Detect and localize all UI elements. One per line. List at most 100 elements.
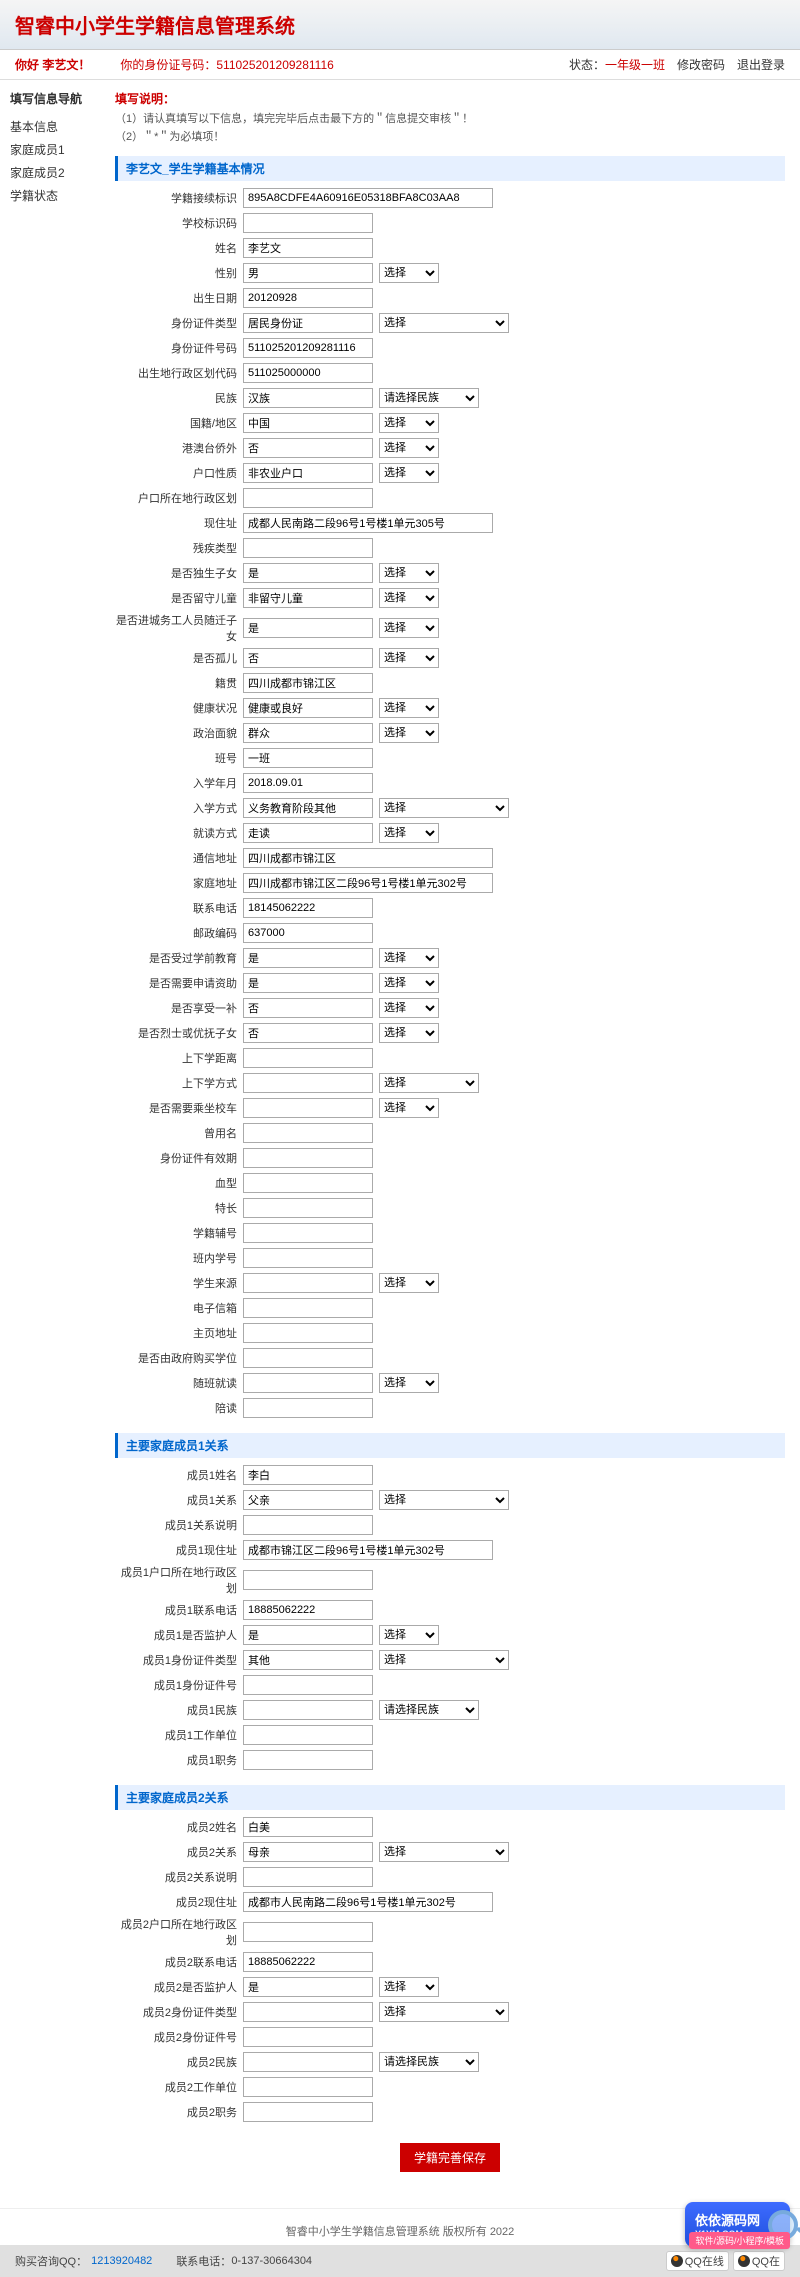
input-m1-id-no[interactable] [243, 1675, 373, 1695]
input-gender[interactable] [243, 263, 373, 283]
input-school-bus[interactable] [243, 1098, 373, 1118]
input-id-number[interactable] [243, 338, 373, 358]
select-commute-mode[interactable]: 选择 [379, 1073, 479, 1093]
select-enroll-method[interactable]: 选择 [379, 798, 509, 818]
sidebar-item-1[interactable]: 家庭成员1 [10, 138, 110, 161]
input-accompany[interactable] [243, 1398, 373, 1418]
input-ethnicity[interactable] [243, 388, 373, 408]
input-m1-id-type[interactable] [243, 1650, 373, 1670]
input-m1-name[interactable] [243, 1465, 373, 1485]
input-m1-address[interactable] [243, 1540, 493, 1560]
input-left-behind[interactable] [243, 588, 373, 608]
input-migrant-child[interactable] [243, 618, 373, 638]
input-m1-ethnicity[interactable] [243, 1700, 373, 1720]
select-m2-relation[interactable]: 选择 [379, 1842, 509, 1862]
input-only-child[interactable] [243, 563, 373, 583]
qq-online-badge-1[interactable]: QQ在线 [666, 2251, 729, 2271]
input-class-student-no[interactable] [243, 1248, 373, 1268]
input-m2-phone[interactable] [243, 1952, 373, 1972]
sidebar-item-0[interactable]: 基本信息 [10, 115, 110, 138]
input-student-source[interactable] [243, 1273, 373, 1293]
select-m2-ethnicity[interactable]: 请选择民族 [379, 2052, 479, 2072]
input-m1-relation[interactable] [243, 1490, 373, 1510]
input-mail-address[interactable] [243, 848, 493, 868]
select-health[interactable]: 选择 [379, 698, 439, 718]
input-name[interactable] [243, 238, 373, 258]
input-homepage[interactable] [243, 1323, 373, 1343]
input-study-mode[interactable] [243, 823, 373, 843]
qq-online-badge-2[interactable]: QQ在 [733, 2251, 785, 2271]
select-hukou-type[interactable]: 选择 [379, 463, 439, 483]
input-blood-type[interactable] [243, 1173, 373, 1193]
input-address[interactable] [243, 513, 493, 533]
input-specialty[interactable] [243, 1198, 373, 1218]
input-m2-hukou[interactable] [243, 1922, 373, 1942]
input-preschool[interactable] [243, 948, 373, 968]
select-m2-id-type[interactable]: 选择 [379, 2002, 509, 2022]
input-subsidy[interactable] [243, 998, 373, 1018]
input-former-name[interactable] [243, 1123, 373, 1143]
input-martyr-child[interactable] [243, 1023, 373, 1043]
input-m1-guardian[interactable] [243, 1625, 373, 1645]
input-birthdate[interactable] [243, 288, 373, 308]
input-home-address[interactable] [243, 873, 493, 893]
input-native-place[interactable] [243, 673, 373, 693]
select-inclusive-edu[interactable]: 选择 [379, 1373, 439, 1393]
select-gender[interactable]: 选择 [379, 263, 439, 283]
input-m2-relation[interactable] [243, 1842, 373, 1862]
sidebar-item-3[interactable]: 学籍状态 [10, 184, 110, 207]
select-study-mode[interactable]: 选择 [379, 823, 439, 843]
input-hk-mo-tw[interactable] [243, 438, 373, 458]
input-email[interactable] [243, 1298, 373, 1318]
input-commute-mode[interactable] [243, 1073, 373, 1093]
input-orphan[interactable] [243, 648, 373, 668]
select-ethnicity[interactable]: 请选择民族 [379, 388, 479, 408]
input-phone[interactable] [243, 898, 373, 918]
input-commute-distance[interactable] [243, 1048, 373, 1068]
input-birth-region-code[interactable] [243, 363, 373, 383]
select-id-type[interactable]: 选择 [379, 313, 509, 333]
input-class-no[interactable] [243, 748, 373, 768]
input-enroll-date[interactable] [243, 773, 373, 793]
select-m1-id-type[interactable]: 选择 [379, 1650, 509, 1670]
select-m1-relation[interactable]: 选择 [379, 1490, 509, 1510]
input-m2-ethnicity[interactable] [243, 2052, 373, 2072]
input-reg-aux-no[interactable] [243, 1223, 373, 1243]
submit-button[interactable]: 学籍完善保存 [400, 2143, 500, 2172]
input-need-aid[interactable] [243, 973, 373, 993]
select-left-behind[interactable]: 选择 [379, 588, 439, 608]
input-m2-relation-desc[interactable] [243, 1867, 373, 1887]
select-hk-mo-tw[interactable]: 选择 [379, 438, 439, 458]
select-need-aid[interactable]: 选择 [379, 973, 439, 993]
input-m2-position[interactable] [243, 2102, 373, 2122]
select-m1-guardian[interactable]: 选择 [379, 1625, 439, 1645]
select-nationality[interactable]: 选择 [379, 413, 439, 433]
input-hukou-type[interactable] [243, 463, 373, 483]
input-id-validity[interactable] [243, 1148, 373, 1168]
select-politics[interactable]: 选择 [379, 723, 439, 743]
input-inclusive-edu[interactable] [243, 1373, 373, 1393]
select-migrant-child[interactable]: 选择 [379, 618, 439, 638]
input-m1-relation-desc[interactable] [243, 1515, 373, 1535]
sidebar-item-2[interactable]: 家庭成员2 [10, 161, 110, 184]
input-health[interactable] [243, 698, 373, 718]
input-id-type[interactable] [243, 313, 373, 333]
input-m1-position[interactable] [243, 1750, 373, 1770]
input-m2-employer[interactable] [243, 2077, 373, 2097]
input-politics[interactable] [243, 723, 373, 743]
select-m2-guardian[interactable]: 选择 [379, 1977, 439, 1997]
input-postcode[interactable] [243, 923, 373, 943]
select-only-child[interactable]: 选择 [379, 563, 439, 583]
logout-link[interactable]: 退出登录 [737, 56, 785, 73]
select-student-source[interactable]: 选择 [379, 1273, 439, 1293]
change-password-link[interactable]: 修改密码 [677, 56, 725, 73]
input-enroll-method[interactable] [243, 798, 373, 818]
input-school-code[interactable] [243, 213, 373, 233]
input-hukou-region[interactable] [243, 488, 373, 508]
input-nationality[interactable] [243, 413, 373, 433]
input-m1-hukou[interactable] [243, 1570, 373, 1590]
consult-qq[interactable]: 1213920482 [91, 2255, 152, 2267]
input-m2-id-no[interactable] [243, 2027, 373, 2047]
select-subsidy[interactable]: 选择 [379, 998, 439, 1018]
select-martyr-child[interactable]: 选择 [379, 1023, 439, 1043]
